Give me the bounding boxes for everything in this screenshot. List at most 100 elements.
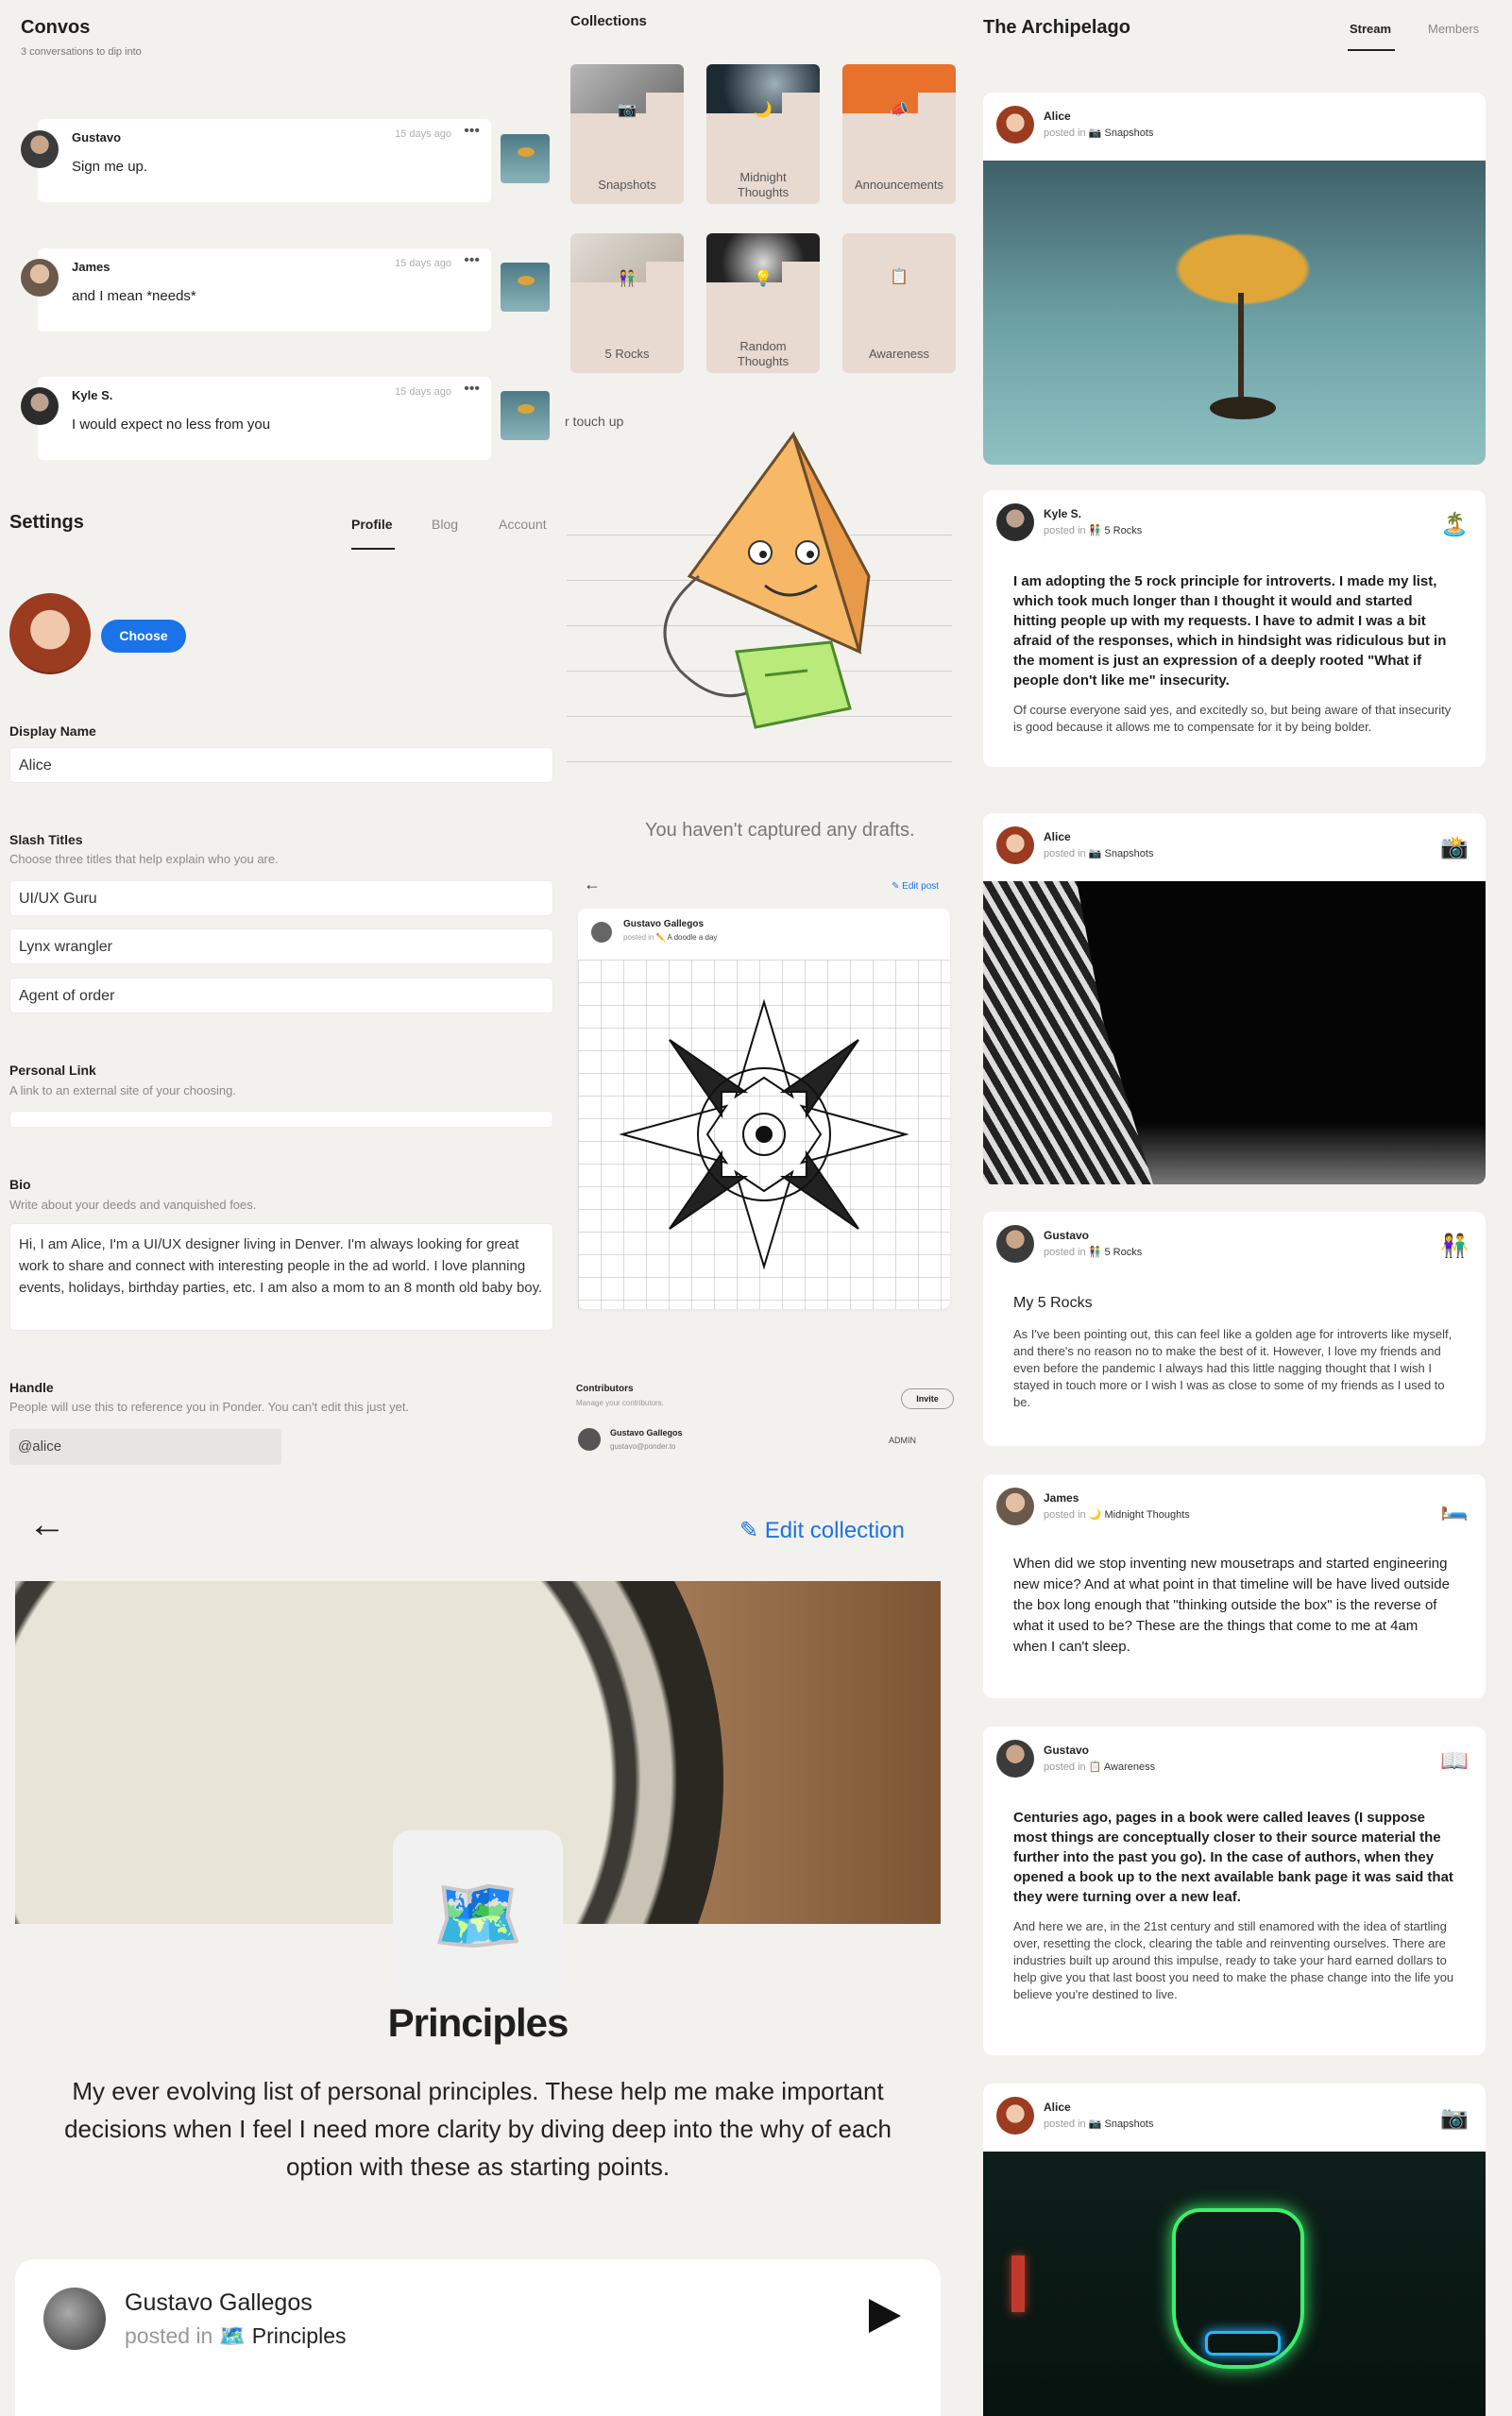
personal-link-field[interactable] [9, 1111, 553, 1128]
contributor-email: gustavo@ponder.to [610, 1442, 676, 1451]
more-horizontal-icon[interactable]: ••• [464, 252, 480, 269]
convo-message: Sign me up. [72, 159, 148, 175]
post-meta: posted in 📷 Snapshots [1044, 128, 1154, 139]
convo-time: 15 days ago [395, 258, 451, 269]
avatar [21, 130, 59, 168]
edit-post-button[interactable]: ✎ Edit post [892, 881, 939, 892]
stream-title: The Archipelago [983, 17, 1130, 38]
slash-titles-hint: Choose three titles that help explain wh… [9, 852, 279, 866]
convo-message: and I mean *needs* [72, 288, 196, 304]
collection-card[interactable]: 💡 Random Thoughts [706, 233, 820, 373]
tab-members[interactable]: Members [1428, 22, 1479, 36]
slash-title-field[interactable]: UI/UX Guru [9, 880, 553, 916]
camera-icon: 📷 [1440, 2105, 1469, 2131]
stream-post[interactable]: Alice posted in 📷 Snapshots [983, 93, 1486, 465]
collection-post-card[interactable]: Gustavo Gallegos posted in 🗺️ Principles [15, 2259, 941, 2416]
camera-flash-icon: 📸 [1440, 835, 1469, 860]
avatar [996, 1740, 1034, 1778]
slash-title-field[interactable]: Agent of order [9, 978, 553, 1013]
notebook-icon: 📋 [1088, 1761, 1102, 1773]
collection-icon-tile: 🗺️ [393, 1830, 563, 2000]
edit-post-label: Edit post [902, 881, 940, 892]
convo-name: James [72, 260, 110, 274]
convos-subtitle: 3 conversations to dip into [21, 46, 142, 58]
slash-title-field[interactable]: Lynx wrangler [9, 928, 553, 964]
stream-post[interactable]: James posted in 🌙 Midnight Thoughts 🛏️ W… [983, 1474, 1486, 1698]
post-heading: My 5 Rocks [1013, 1295, 1093, 1311]
convo-thumbnail[interactable] [501, 391, 550, 440]
bio-label: Bio [9, 1177, 31, 1192]
post-meta: posted in ✏️ A doodle a day [623, 933, 718, 942]
convo-item[interactable]: James 15 days ago ••• and I mean *needs* [38, 248, 491, 332]
back-arrow-icon[interactable]: ← [584, 875, 601, 894]
play-icon[interactable] [869, 2299, 901, 2333]
lightbulb-icon: 💡 [754, 271, 773, 287]
post-meta: posted in 📋 Awareness [1044, 1761, 1156, 1773]
bed-icon: 🛏️ [1440, 1496, 1469, 1522]
display-name-field[interactable]: Alice [9, 747, 553, 783]
avatar [43, 2288, 106, 2350]
post-author: Alice [1044, 2101, 1071, 2114]
collection-card[interactable]: 🌙 Midnight Thoughts [706, 64, 820, 204]
avatar [996, 503, 1034, 541]
camera-icon: 📷 [1088, 848, 1102, 859]
contributor-name: Gustavo Gallegos [610, 1428, 683, 1438]
tab-stream[interactable]: Stream [1350, 22, 1391, 36]
display-name-label: Display Name [9, 723, 96, 739]
post-meta: posted in 👫 5 Rocks [1044, 1247, 1143, 1258]
avatar [21, 387, 59, 425]
stream-post[interactable]: Alice posted in 📷 Snapshots 📷 [983, 2084, 1486, 2416]
convo-name: Kyle S. [72, 388, 113, 402]
bio-field[interactable]: Hi, I am Alice, I'm a UI/UX designer liv… [9, 1223, 553, 1331]
mandala-doodle-image [578, 960, 950, 1309]
avatar [996, 1488, 1034, 1525]
collection-card[interactable]: 📷 Snapshots [570, 64, 684, 204]
bio-hint: Write about your deeds and vanquished fo… [9, 1198, 257, 1212]
collection-card[interactable]: 📋 Awareness [842, 233, 956, 373]
post-author: Kyle S. [1044, 507, 1082, 520]
tab-blog[interactable]: Blog [432, 517, 458, 532]
tab-profile[interactable]: Profile [351, 517, 393, 532]
avatar [9, 593, 91, 674]
camera-icon: 📷 [1088, 128, 1102, 139]
post-preview-card: Gustavo Gallegos posted in ✏️ A doodle a… [578, 909, 950, 1309]
post-author: James [1044, 1491, 1079, 1505]
more-horizontal-icon[interactable]: ••• [464, 381, 480, 398]
convo-thumbnail[interactable] [501, 134, 550, 183]
convos-title: Convos [21, 17, 91, 38]
camera-icon: 📷 [618, 102, 637, 118]
convo-item[interactable]: Gustavo 15 days ago ••• Sign me up. [38, 119, 491, 202]
abstract-photo [983, 881, 1486, 1184]
stream-post[interactable]: Gustavo posted in 📋 Awareness 📖 Centurie… [983, 1727, 1486, 2055]
collection-description: My ever evolving list of personal princi… [64, 2077, 892, 2181]
personal-link-label: Personal Link [9, 1063, 96, 1078]
stream-post[interactable]: Gustavo posted in 👫 5 Rocks 👫 My 5 Rocks… [983, 1212, 1486, 1446]
handle-hint: People will use this to reference you in… [9, 1400, 410, 1414]
post-author: Alice [1044, 110, 1071, 123]
post-meta: posted in 👫 5 Rocks [1044, 525, 1143, 536]
post-meta: posted in 🗺️ Principles [125, 2323, 347, 2348]
stream-post[interactable]: Alice posted in 📷 Snapshots 📸 [983, 813, 1486, 1184]
tab-account[interactable]: Account [499, 517, 547, 532]
contributors-hint: Manage your contributors. [576, 1399, 664, 1407]
collection-card[interactable]: 👫 5 Rocks [570, 233, 684, 373]
collections-title: Collections [570, 13, 647, 29]
invite-button[interactable]: Invite [901, 1388, 954, 1409]
post-author: Gustavo Gallegos [125, 2289, 313, 2316]
stream-post[interactable]: Kyle S. posted in 👫 5 Rocks 🏝️ I am adop… [983, 490, 1486, 767]
more-horizontal-icon[interactable]: ••• [464, 123, 480, 140]
edit-collection-button[interactable]: ✎ Edit collection [739, 1517, 905, 1544]
back-arrow-icon[interactable]: ← [28, 1506, 66, 1543]
avatar [996, 1225, 1034, 1263]
tab-active-underline [351, 548, 395, 550]
convo-item[interactable]: Kyle S. 15 days ago ••• I would expect n… [38, 377, 491, 460]
slash-titles-label: Slash Titles [9, 832, 83, 847]
collection-label: 5 Rocks [604, 347, 650, 361]
tree-lake-photo [983, 161, 1486, 465]
people-icon: 👫 [618, 271, 637, 287]
people-icon: 👫 [1440, 1234, 1469, 1259]
post-author: Gustavo Gallegos [623, 919, 705, 929]
choose-avatar-button[interactable]: Choose [101, 620, 186, 653]
convo-thumbnail[interactable] [501, 263, 550, 312]
collection-card[interactable]: 📣 Announcements [842, 64, 956, 204]
